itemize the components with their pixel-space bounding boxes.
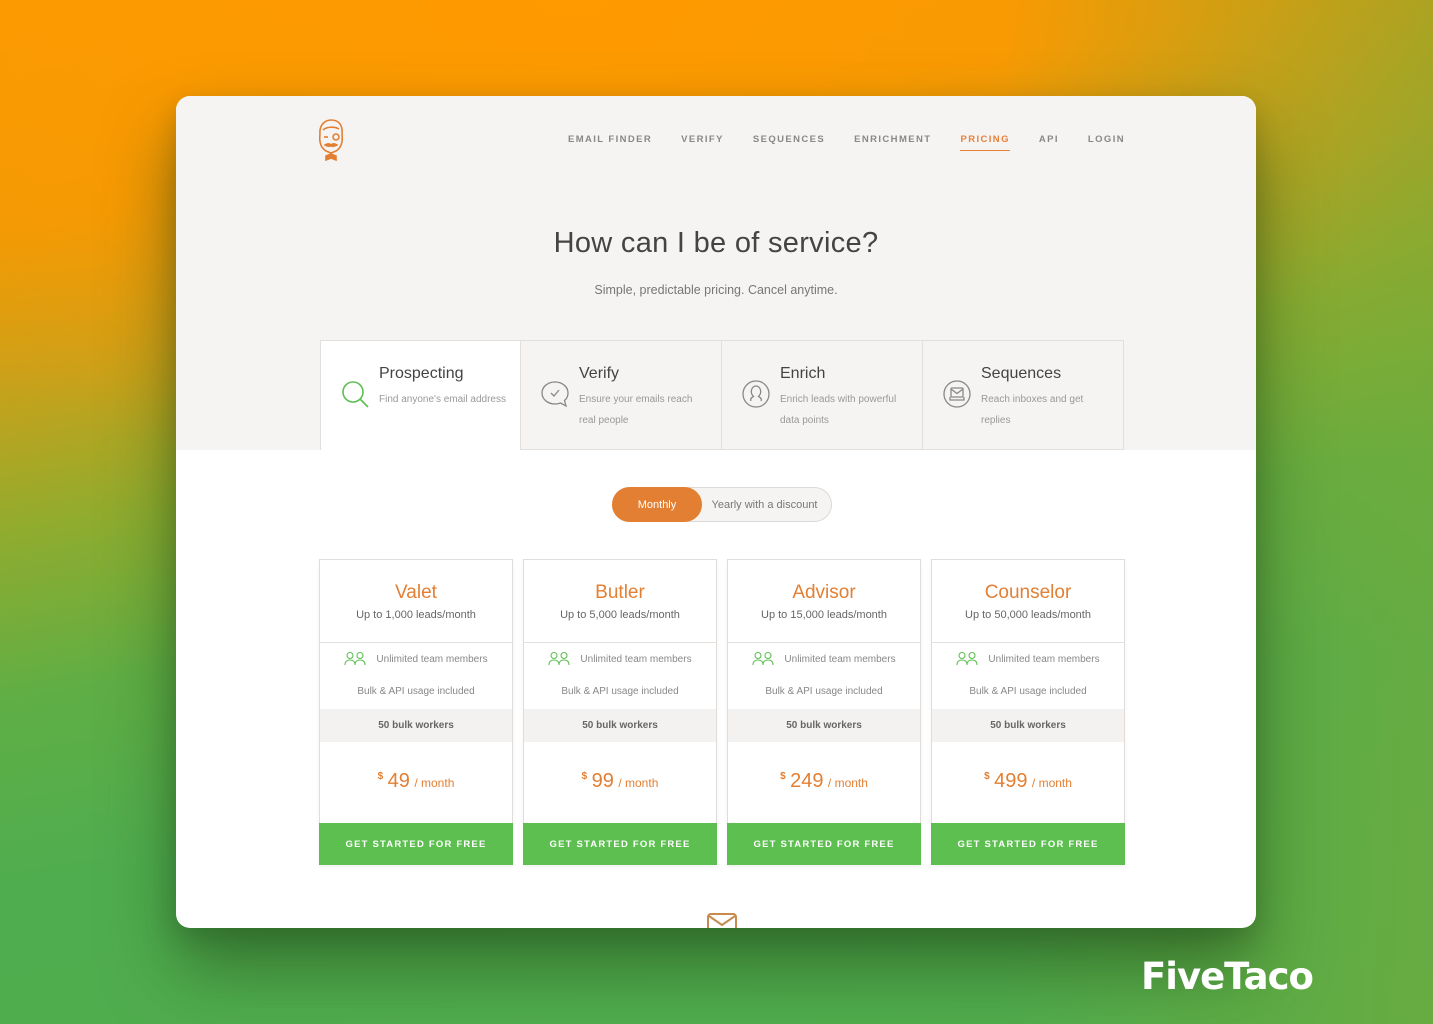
tab-prospecting[interactable]: Prospecting Find anyone's email address [320,340,521,450]
get-started-button[interactable]: GET STARTED FOR FREE [931,823,1125,865]
feature-workers: 50 bulk workers [728,709,920,742]
chat-check-icon [541,381,569,408]
billing-toggle: Monthly Yearly with a discount [612,487,832,522]
feature-bulk-api: Bulk & API usage included [561,686,679,697]
tab-label: Verify [579,365,620,382]
tab-description: Ensure your emails reach real people [579,394,693,426]
plan-name: Butler [595,582,645,603]
price-period: / month [618,776,659,790]
team-icon [548,651,570,666]
pricing-plans: Valet Up to 1,000 leads/month Unlimited … [319,559,1125,865]
price-currency: $ [581,771,588,782]
divider [932,642,1124,643]
plan-card-valet: Valet Up to 1,000 leads/month Unlimited … [319,559,513,865]
price-amount: 49 [387,770,410,792]
nav-login[interactable]: LOGIN [1088,134,1125,151]
get-started-button[interactable]: GET STARTED FOR FREE [727,823,921,865]
page-title: How can I be of service? [553,227,879,259]
tab-label: Prospecting [379,365,464,382]
plan-price: $ 49 / month [320,770,512,793]
tab-description: Reach inboxes and get replies [981,394,1084,426]
tab-description: Enrich leads with powerful data points [780,394,897,426]
feature-workers: 50 bulk workers [524,709,716,742]
feature-team: Unlimited team members [524,651,716,667]
tab-enrich[interactable]: Enrich Enrich leads with powerful data p… [722,340,923,450]
inbox-icon [943,380,971,408]
nav-enrichment[interactable]: ENRICHMENT [854,134,931,151]
nav-sequences[interactable]: SEQUENCES [753,134,825,151]
plan-leads: Up to 5,000 leads/month [560,609,680,621]
fivetaco-watermark: FiveTaco [1141,955,1314,998]
feature-bulk-api: Bulk & API usage included [969,686,1087,697]
price-period: / month [827,776,868,790]
main-nav: EMAIL FINDER VERIFY SEQUENCES ENRICHMENT… [568,134,1125,151]
plan-card-counselor: Counselor Up to 50,000 leads/month Unlim… [931,559,1125,865]
team-icon [956,651,978,666]
plan-name: Advisor [792,582,856,603]
nav-pricing[interactable]: PRICING [960,134,1010,151]
team-icon [752,651,774,666]
page-subtitle: Simple, predictable pricing. Cancel anyt… [594,283,838,297]
plan-price: $ 249 / month [728,770,920,793]
team-icon [344,651,366,666]
plan-card-advisor: Advisor Up to 15,000 leads/month Unlimit… [727,559,921,865]
price-amount: 499 [994,770,1028,792]
toggle-yearly[interactable]: Yearly with a discount [702,499,831,511]
feature-bulk-api: Bulk & API usage included [357,686,475,697]
plan-name: Counselor [984,582,1072,603]
plan-price: $ 499 / month [932,770,1124,793]
search-icon [342,381,369,408]
nav-verify[interactable]: VERIFY [681,134,724,151]
plan-leads: Up to 50,000 leads/month [965,609,1091,621]
price-currency: $ [377,771,384,782]
get-started-button[interactable]: GET STARTED FOR FREE [523,823,717,865]
feature-team: Unlimited team members [932,651,1124,667]
feature-text: Unlimited team members [376,653,488,665]
price-period: / month [1031,776,1072,790]
price-currency: $ [984,771,990,782]
plan-card-butler: Butler Up to 5,000 leads/month Unlimited… [523,559,717,865]
price-amount: 99 [591,770,614,792]
nav-api[interactable]: API [1039,134,1059,151]
tab-verify[interactable]: Verify Ensure your emails reach real peo… [521,340,722,450]
feature-workers: 50 bulk workers [320,709,512,742]
divider [320,642,512,643]
feature-bulk-api: Bulk & API usage included [765,686,883,697]
user-circle-icon [742,380,770,408]
price-currency: $ [780,771,786,782]
feature-team: Unlimited team members [320,651,512,667]
nav-email-finder[interactable]: EMAIL FINDER [568,134,652,151]
divider [524,642,716,643]
tab-label: Enrich [780,365,826,382]
toggle-monthly[interactable]: Monthly [612,487,702,522]
plan-leads: Up to 1,000 leads/month [356,609,476,621]
browser-window: EMAIL FINDER VERIFY SEQUENCES ENRICHMENT… [176,96,1256,928]
price-amount: 249 [790,770,824,792]
feature-workers: 50 bulk workers [932,709,1124,742]
plan-price: $ 99 / month [524,770,716,793]
get-started-button[interactable]: GET STARTED FOR FREE [319,823,513,865]
feature-text: Unlimited team members [784,653,896,665]
feature-text: Unlimited team members [988,653,1100,665]
tab-description: Find anyone's email address [379,394,506,405]
price-period: / month [414,776,455,790]
tab-label: Sequences [981,365,1062,382]
plan-name: Valet [395,582,437,603]
plan-leads: Up to 15,000 leads/month [761,609,887,621]
feature-team: Unlimited team members [728,651,920,667]
tab-sequences[interactable]: Sequences Reach inboxes and get replies [923,340,1124,450]
divider [728,642,920,643]
product-tabs: Prospecting Find anyone's email address … [320,340,1125,450]
butler-mascot-icon[interactable] [314,118,348,162]
feature-text: Unlimited team members [580,653,692,665]
envelope-icon [707,913,737,928]
